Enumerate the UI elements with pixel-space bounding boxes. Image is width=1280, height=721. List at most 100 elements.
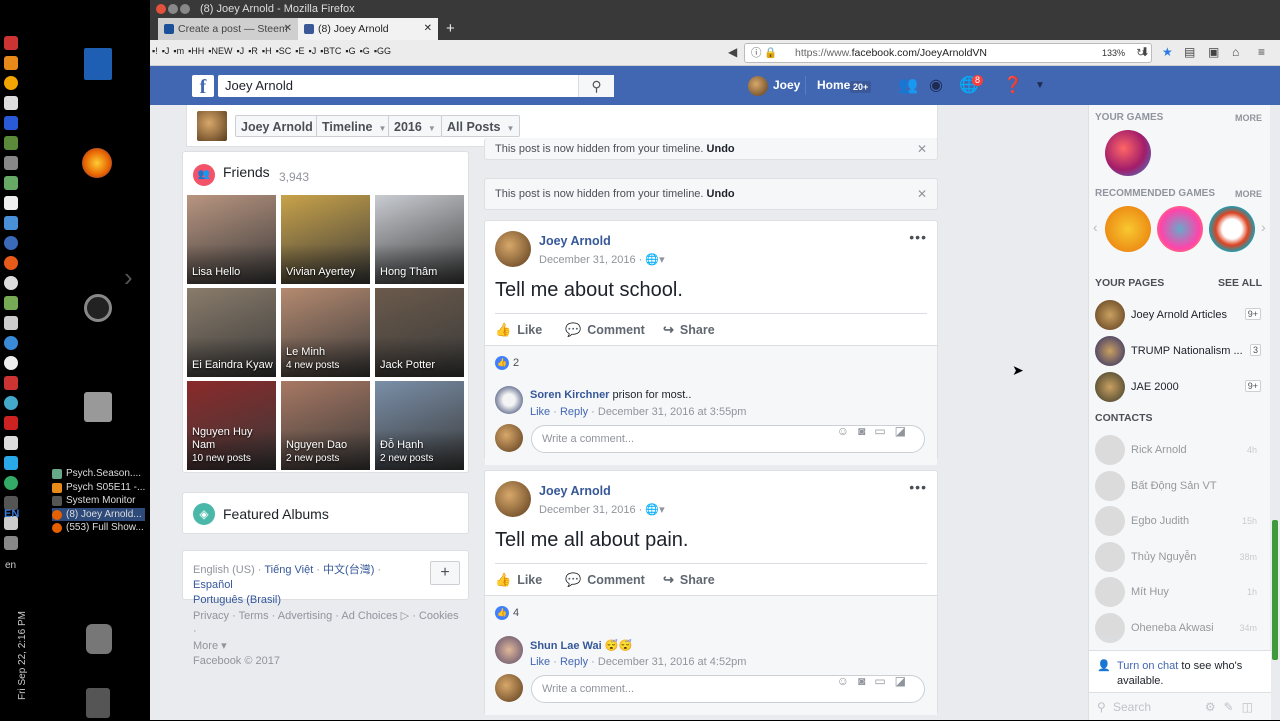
- calendar-icon[interactable]: [4, 116, 18, 130]
- tab-steem[interactable]: Create a post — Steem ✕: [158, 18, 298, 40]
- friend-tile[interactable]: Nguyen Huy Nam 10 new posts: [187, 381, 276, 470]
- bookmark-star-icon[interactable]: ★: [1162, 45, 1173, 59]
- commenter-name[interactable]: Soren Kirchner: [530, 389, 609, 401]
- chevron-right-icon[interactable]: ›: [1261, 219, 1266, 235]
- like-button[interactable]: 👍 Like: [495, 572, 542, 588]
- author-avatar[interactable]: [495, 481, 531, 517]
- friend-tile[interactable]: Nguyen Dao 2 new posts: [281, 381, 370, 470]
- language-link[interactable]: Español: [193, 579, 233, 591]
- share-button[interactable]: ↪ Share: [663, 322, 715, 338]
- bitcoin-icon[interactable]: [4, 76, 18, 90]
- help-icon[interactable]: ❓: [1003, 78, 1023, 94]
- emoji-icon[interactable]: ☺: [837, 424, 858, 438]
- friend-name[interactable]: Le Minh 4 new posts: [286, 346, 339, 372]
- close-icon[interactable]: ✕: [917, 179, 927, 209]
- sticker-icon[interactable]: ◪: [895, 424, 915, 438]
- app-icon[interactable]: [4, 456, 18, 470]
- archive-icon[interactable]: [84, 392, 112, 422]
- language-link[interactable]: Tiếng Việt: [264, 564, 313, 576]
- user-icon[interactable]: [86, 624, 112, 654]
- game-icon[interactable]: [1105, 206, 1151, 252]
- text-editor-icon[interactable]: [4, 96, 18, 110]
- page-name[interactable]: Joey Arnold Articles: [1131, 309, 1243, 321]
- friend-name[interactable]: Hong Thâm: [380, 266, 437, 279]
- contact-item[interactable]: Mít Huy 1h: [1095, 577, 1267, 607]
- atom-icon[interactable]: [4, 396, 18, 410]
- window-item[interactable]: Psych S05E11 -...: [52, 481, 145, 495]
- comment-like-link[interactable]: Like: [530, 406, 550, 418]
- facebook-logo-icon[interactable]: f: [192, 75, 214, 98]
- language-link[interactable]: Português (Brasil): [193, 594, 281, 606]
- friend-tile[interactable]: Đỗ Hạnh 2 new posts: [375, 381, 464, 470]
- recommended-more-link[interactable]: MORE: [1235, 189, 1262, 199]
- commenter-avatar[interactable]: [495, 636, 523, 664]
- bookmark-item[interactable]: ▪SC: [276, 46, 292, 56]
- app-icon[interactable]: [4, 276, 18, 290]
- post-options-icon[interactable]: •••: [909, 479, 927, 495]
- minimize-window-button[interactable]: [168, 4, 178, 14]
- close-icon[interactable]: ✕: [917, 138, 927, 160]
- friend-tile[interactable]: Le Minh 4 new posts: [281, 288, 370, 377]
- timeline-dropdown[interactable]: Timeline ▼: [316, 115, 393, 137]
- like-count[interactable]: 2: [513, 357, 519, 369]
- friend-name[interactable]: Đỗ Hạnh 2 new posts: [380, 439, 433, 465]
- comment-button[interactable]: 💬 Comment: [565, 322, 645, 338]
- friend-requests-icon[interactable]: 👥: [898, 78, 918, 94]
- friend-name[interactable]: Lisa Hello: [192, 266, 240, 279]
- keyboard-layout[interactable]: EN: [4, 508, 19, 520]
- like-count[interactable]: 4: [513, 607, 519, 619]
- posts-filter-dropdown[interactable]: All Posts ▼: [441, 115, 521, 137]
- globe-icon[interactable]: [4, 236, 18, 250]
- friend-tile[interactable]: Ei Eaindra Kyaw: [187, 288, 276, 377]
- app-icon[interactable]: [4, 296, 18, 310]
- webcam-icon[interactable]: [4, 356, 18, 370]
- post-date[interactable]: December 31, 2016 · 🌐▾: [539, 503, 665, 516]
- footer-link[interactable]: More: [193, 640, 218, 652]
- window-item[interactable]: Psych.Season....: [52, 467, 145, 481]
- contact-item[interactable]: Thủy Nguyễn 38m: [1095, 541, 1267, 572]
- filezilla-icon[interactable]: [4, 416, 18, 430]
- post-options-icon[interactable]: •••: [909, 229, 927, 245]
- post-date[interactable]: December 31, 2016 · 🌐▾: [539, 253, 665, 266]
- friend-tile[interactable]: Vivian Ayertey: [281, 195, 370, 284]
- friend-name[interactable]: Nguyen Dao 2 new posts: [286, 439, 347, 465]
- home-icon[interactable]: ⌂: [1232, 45, 1239, 59]
- bookmark-item[interactable]: ▪J: [162, 46, 170, 56]
- share-button[interactable]: ↪ Share: [663, 572, 715, 588]
- bookmark-item[interactable]: ▪R: [248, 46, 258, 56]
- page-name[interactable]: JAE 2000: [1131, 381, 1243, 393]
- page-name[interactable]: TRUMP Nationalism ...: [1131, 345, 1243, 357]
- library-icon[interactable]: ▤: [1184, 45, 1195, 59]
- profile-thumbnail[interactable]: [197, 111, 227, 141]
- bookmark-item[interactable]: ▪H: [262, 46, 272, 56]
- search-icon[interactable]: ⚲: [578, 75, 614, 97]
- app-icon[interactable]: [4, 176, 18, 190]
- bookmark-item[interactable]: ▪HH: [188, 46, 204, 56]
- page-item[interactable]: Joey Arnold Articles 9+: [1095, 300, 1267, 330]
- bookmark-item[interactable]: ▪G: [345, 46, 355, 56]
- bookmark-item[interactable]: ▪m: [173, 46, 184, 56]
- app-icon[interactable]: [4, 536, 18, 550]
- window-item[interactable]: (553) Full Show...: [52, 521, 145, 535]
- ubuntu-icon[interactable]: [84, 294, 112, 322]
- camera-icon[interactable]: ◙: [858, 674, 874, 688]
- contact-item[interactable]: Rick Arnold 4h: [1095, 435, 1267, 465]
- window-item[interactable]: (8) Joey Arnold...: [52, 507, 146, 521]
- friend-name[interactable]: Ei Eaindra Kyaw: [192, 359, 273, 372]
- friends-title[interactable]: Friends: [223, 164, 270, 180]
- friend-tile[interactable]: Hong Thâm: [375, 195, 464, 284]
- commenter-name[interactable]: Shun Lae Wai: [530, 640, 602, 652]
- close-tab-icon[interactable]: ✕: [424, 18, 432, 40]
- trash-icon[interactable]: [86, 688, 110, 718]
- document-icon[interactable]: [84, 48, 112, 80]
- contact-item[interactable]: Oheneba Akwasi 34m: [1095, 612, 1267, 643]
- profile-name-button[interactable]: Joey Arnold: [235, 115, 319, 137]
- comment-button[interactable]: 💬 Comment: [565, 572, 645, 588]
- bookmark-item[interactable]: ▪G: [360, 46, 370, 56]
- year-dropdown[interactable]: 2016 ▼: [388, 115, 442, 137]
- gif-icon[interactable]: ▭: [874, 424, 894, 438]
- bookmark-item[interactable]: ▪NEW: [208, 46, 232, 56]
- featured-albums-card[interactable]: ◈ Featured Albums: [182, 492, 469, 534]
- download-icon[interactable]: ⬇: [1140, 45, 1150, 59]
- messenger-icon[interactable]: ◉: [929, 78, 947, 94]
